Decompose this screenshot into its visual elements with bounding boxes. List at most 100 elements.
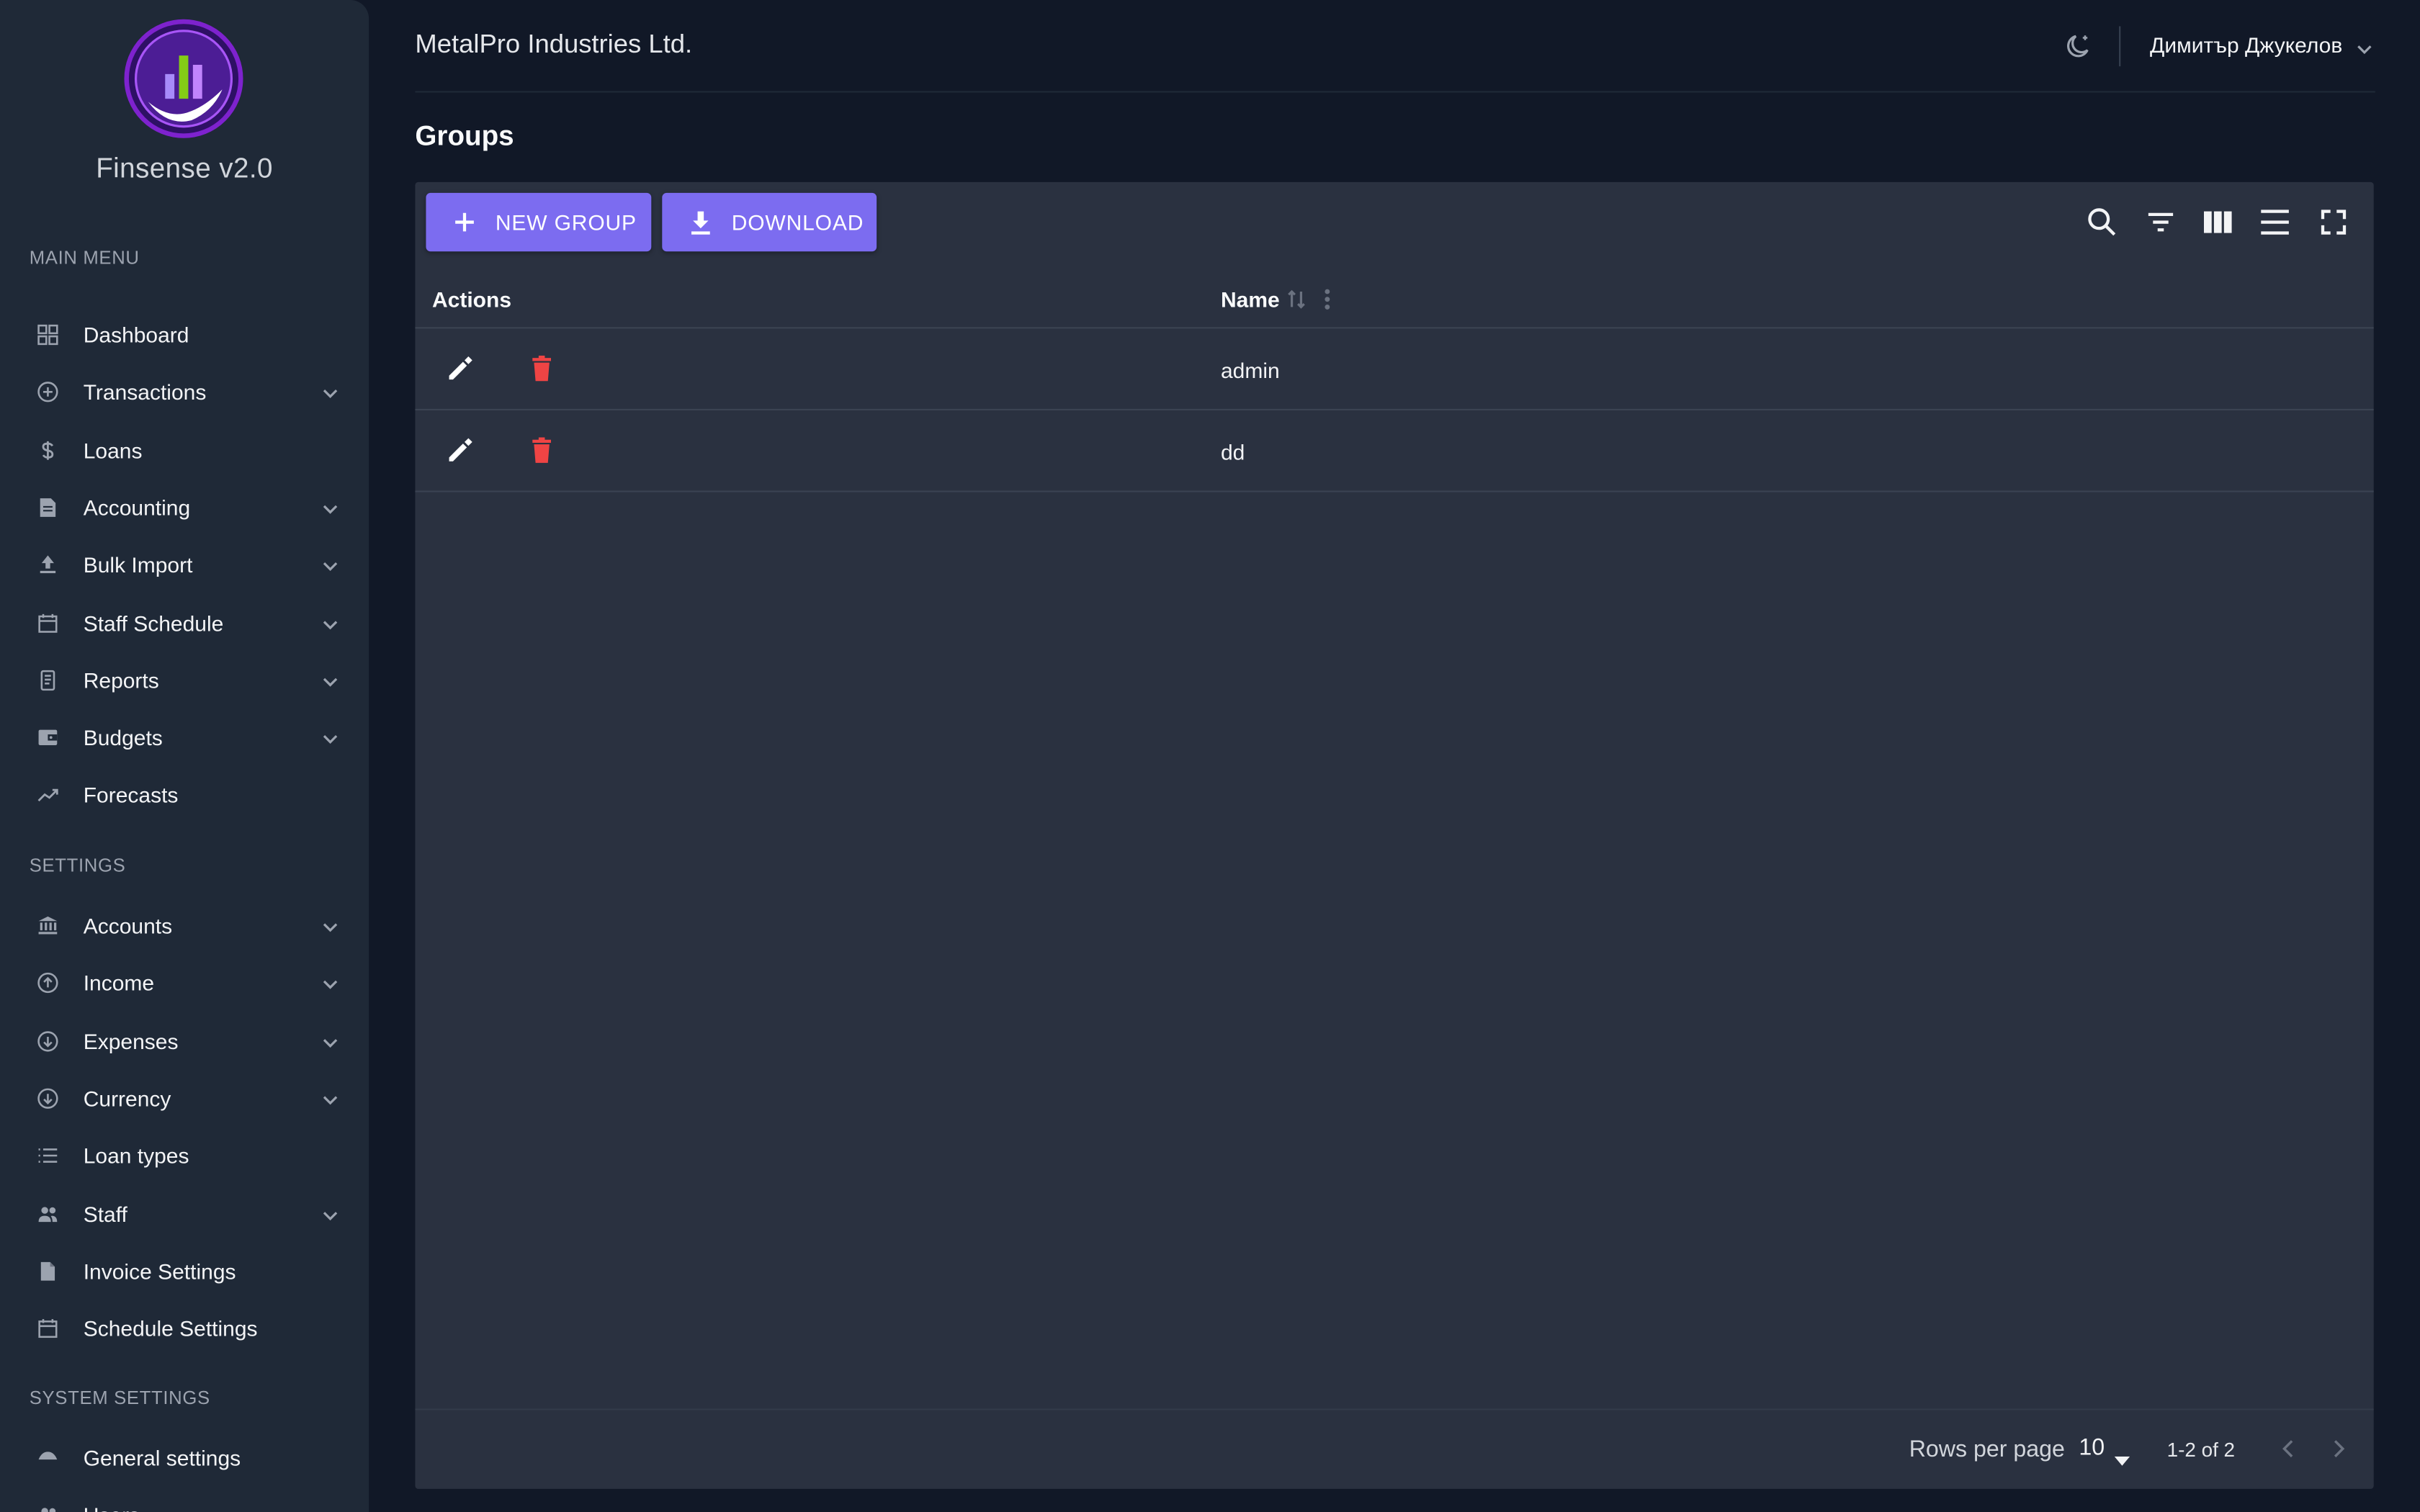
sidebar-item-dashboard[interactable]: Dashboard [0, 312, 369, 358]
sidebar-item-label: Forecasts [83, 783, 179, 808]
sidebar-item-loans[interactable]: Loans [0, 427, 369, 473]
sidebar-item-general-settings[interactable]: General settings [0, 1435, 369, 1481]
cloud-icon [35, 1446, 60, 1470]
sidebar-item-label: Loan types [83, 1143, 189, 1169]
download-label: DOWNLOAD [731, 210, 864, 235]
previous-page-icon[interactable] [2275, 1435, 2303, 1463]
name-cell: admin [1221, 358, 1280, 383]
density-icon[interactable] [2258, 205, 2292, 239]
sidebar-item-label: Dashboard [83, 322, 189, 348]
sidebar-item-users[interactable]: Users [0, 1493, 369, 1512]
table-row[interactable]: dd [415, 410, 2373, 492]
sidebar-item-expenses[interactable]: Expenses [0, 1017, 369, 1063]
columns-icon[interactable] [2201, 205, 2235, 239]
delete-icon[interactable] [526, 435, 557, 466]
report-icon [35, 667, 60, 692]
edit-icon[interactable] [444, 354, 475, 384]
people-icon [35, 1201, 60, 1225]
moon-icon[interactable] [2063, 31, 2094, 62]
sidebar-item-reports[interactable]: Reports [0, 657, 369, 703]
user-menu[interactable]: Димитър Джукелов [2150, 32, 2342, 57]
actions-column-header: Actions [432, 287, 512, 312]
settings-label: SETTINGS [29, 855, 126, 877]
sidebar-item-transactions[interactable]: Transactions [0, 369, 369, 415]
arrow-down-circle-icon [35, 1086, 60, 1110]
chevron-down-icon[interactable] [320, 917, 341, 938]
sidebar-item-budgets[interactable]: Budgets [0, 714, 369, 760]
chevron-down-icon[interactable] [320, 1032, 341, 1053]
bank-icon [35, 914, 60, 938]
arrow-down-circle-icon [35, 1028, 60, 1053]
column-menu-icon[interactable] [1321, 287, 1333, 312]
chevron-down-icon[interactable] [320, 556, 341, 577]
sidebar-item-label: Reports [83, 667, 159, 693]
trending-up-icon [35, 783, 60, 807]
name-column-header[interactable]: Name [1221, 287, 1280, 312]
chevron-down-icon[interactable] [320, 974, 341, 996]
sidebar-item-staff-schedule[interactable]: Staff Schedule [0, 600, 369, 646]
list-icon [35, 1143, 60, 1168]
sidebar-item-label: Accounts [83, 913, 173, 938]
sidebar-item-label: Transactions [83, 379, 207, 405]
sidebar-item-staff[interactable]: Staff [0, 1190, 369, 1236]
sidebar: Finsense v2.0 MAIN MENU Dashboard Transac… [0, 0, 369, 1512]
sidebar-item-label: General settings [83, 1445, 241, 1471]
search-icon[interactable] [2085, 205, 2119, 239]
chevron-down-icon[interactable] [320, 1089, 341, 1111]
calendar-icon [35, 1316, 60, 1341]
sidebar-item-label: Loans [83, 437, 143, 462]
sidebar-item-label: Accounting [83, 495, 191, 520]
chevron-down-icon[interactable] [320, 671, 341, 693]
sidebar-item-label: Staff [83, 1201, 127, 1226]
chevron-down-icon[interactable] [320, 383, 341, 405]
calendar-icon [35, 611, 60, 635]
sort-icon[interactable] [1287, 287, 1306, 312]
file-icon [35, 1259, 60, 1283]
groups-table: NEW GROUP DOWNLOAD Actions Name admin dd… [415, 181, 2374, 1489]
finsense-logo-icon[interactable] [123, 19, 243, 139]
download-icon [687, 208, 715, 236]
pagination-range: 1-2 of 2 [2166, 1438, 2236, 1462]
sidebar-item-label: Budgets [83, 725, 163, 750]
delete-icon[interactable] [526, 354, 557, 384]
chevron-down-icon[interactable] [320, 498, 341, 520]
sidebar-item-invoice-settings[interactable]: Invoice Settings [0, 1248, 369, 1294]
company-name: MetalPro Industries Ltd. [415, 29, 693, 59]
main-menu-label: MAIN MENU [29, 246, 140, 269]
new-group-button[interactable]: NEW GROUP [426, 192, 652, 252]
chevron-down-icon[interactable] [320, 1205, 341, 1226]
sidebar-item-income[interactable]: Income [0, 960, 369, 1006]
sidebar-item-currency[interactable]: Currency [0, 1075, 369, 1121]
next-page-icon[interactable] [2324, 1435, 2352, 1463]
filter-icon[interactable] [2143, 205, 2177, 239]
grid-icon [35, 323, 60, 347]
sidebar-item-accounts[interactable]: Accounts [0, 903, 369, 949]
rows-per-page-label: Rows per page [1909, 1436, 2065, 1463]
chevron-down-icon[interactable] [320, 729, 341, 750]
sidebar-item-label: Users [84, 1503, 140, 1512]
header-divider-line [415, 91, 2375, 93]
upload-icon [35, 553, 60, 577]
caret-down-icon[interactable] [2114, 1446, 2130, 1466]
chevron-down-icon[interactable] [2355, 39, 2374, 58]
header-divider [2119, 26, 2121, 67]
sidebar-item-loan-types[interactable]: Loan types [0, 1133, 369, 1179]
sidebar-item-bulk-import[interactable]: Bulk Import [0, 542, 369, 588]
chevron-down-icon[interactable] [320, 613, 341, 635]
edit-icon[interactable] [444, 435, 475, 466]
brand-name: Finsense v2.0 [96, 153, 273, 184]
dollar-icon [35, 438, 60, 462]
sidebar-item-label: Schedule Settings [83, 1316, 258, 1341]
sidebar-item-label: Bulk Import [83, 552, 193, 577]
name-cell: dd [1221, 439, 1245, 464]
download-button[interactable]: DOWNLOAD [662, 192, 877, 252]
sidebar-item-schedule-settings[interactable]: Schedule Settings [0, 1305, 369, 1351]
sidebar-item-forecasts[interactable]: Forecasts [0, 772, 369, 818]
plus-icon [451, 208, 479, 236]
page-title: Groups [415, 120, 514, 151]
fullscreen-icon[interactable] [2316, 205, 2350, 239]
rows-per-page-select[interactable]: 10 [2079, 1435, 2105, 1461]
people-icon [35, 1503, 60, 1512]
sidebar-item-accounting[interactable]: Accounting [0, 485, 369, 531]
table-row[interactable]: admin [415, 328, 2373, 410]
